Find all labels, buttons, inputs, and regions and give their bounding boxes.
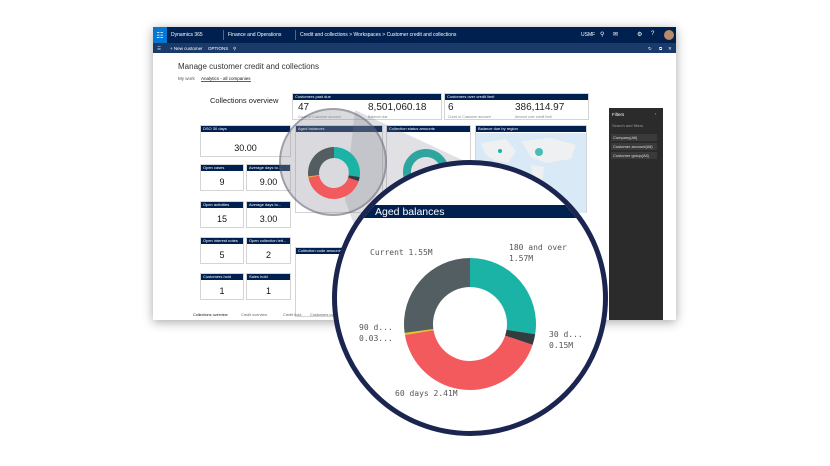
- label-90-value: 0.03...: [359, 334, 393, 343]
- magnified-aged-balances: Aged balances Current 1.55M 180 and over…: [332, 160, 608, 436]
- lens-chart-title: Aged balances: [375, 206, 445, 218]
- big-donut-group: [404, 258, 536, 390]
- label-30-value: 0.15M: [549, 341, 574, 350]
- label-60-days: 60 days 2.41M: [395, 389, 458, 398]
- aged-balances-donut: [404, 258, 536, 390]
- slice-180-and-over[interactable]: [334, 147, 360, 178]
- aged-balances-small-donut: [308, 147, 360, 199]
- slice-60-days[interactable]: [308, 175, 359, 199]
- label-180-and-over: 180 and over: [509, 243, 567, 252]
- slice-180-and-over[interactable]: [470, 258, 536, 335]
- slice-60-days[interactable]: [404, 330, 533, 390]
- slice-current[interactable]: [308, 147, 334, 177]
- slice-current[interactable]: [404, 258, 470, 333]
- label-180-value: 1.57M: [509, 254, 534, 263]
- label-30-days: 30 d...: [549, 330, 583, 339]
- label-90-days: 90 d...: [359, 323, 393, 332]
- label-current: Current 1.55M: [370, 248, 433, 257]
- small-donut-group: [308, 147, 360, 199]
